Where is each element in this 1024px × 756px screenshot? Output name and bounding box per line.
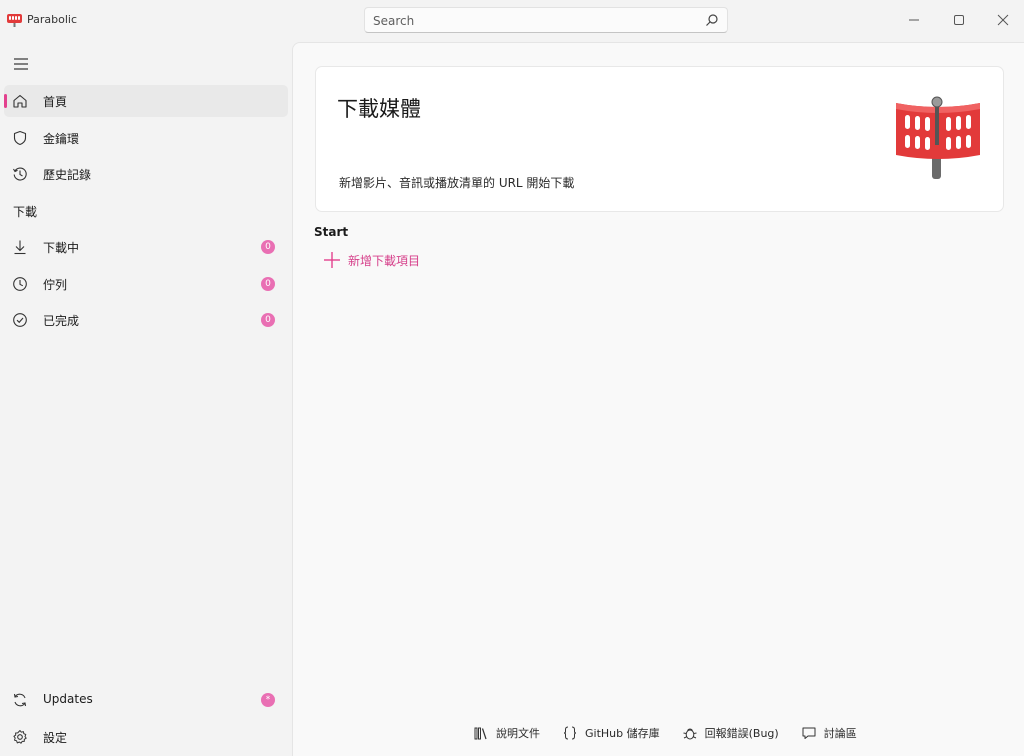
parabolic-logo-icon xyxy=(7,14,22,27)
sidebar-item-downloading[interactable]: 下載中 0 xyxy=(4,231,288,263)
close-button[interactable] xyxy=(991,8,1015,32)
chat-icon xyxy=(802,727,816,739)
parabolic-hero-logo-icon xyxy=(896,96,980,179)
sidebar-item-settings[interactable]: 設定 xyxy=(4,721,288,753)
start-section-label: Start xyxy=(314,225,349,239)
footer-link-label: 討論區 xyxy=(823,727,857,740)
add-download-button[interactable]: 新增下載項目 xyxy=(323,249,420,271)
sidebar-item-label: Updates xyxy=(43,692,93,706)
maximize-icon xyxy=(954,15,964,25)
maximize-button[interactable] xyxy=(947,8,971,32)
shield-icon xyxy=(13,130,27,146)
sidebar-item-label: 佇列 xyxy=(43,278,68,292)
check-circle-icon xyxy=(13,313,27,327)
sidebar-item-label: 設定 xyxy=(43,731,68,745)
sidebar-item-queue[interactable]: 佇列 0 xyxy=(4,268,288,300)
clock-icon xyxy=(13,277,27,291)
minimize-button[interactable] xyxy=(902,8,926,32)
title-bar: Parabolic xyxy=(0,0,1024,42)
search-box[interactable] xyxy=(364,7,728,33)
sidebar-item-label: 歷史記錄 xyxy=(43,168,92,182)
gear-icon xyxy=(13,730,27,744)
page-subtitle: 新增影片、音訊或播放清單的 URL 開始下載 xyxy=(339,176,575,190)
discussions-link[interactable]: 討論區 xyxy=(801,725,857,741)
count-badge: 0 xyxy=(261,240,275,254)
report-bug-link[interactable]: 回報錯誤(Bug) xyxy=(682,725,779,741)
sidebar-item-home[interactable]: 首頁 xyxy=(4,85,288,117)
count-badge: 0 xyxy=(261,277,275,291)
sidebar-item-label: 金鑰環 xyxy=(43,132,80,146)
plus-icon xyxy=(324,252,340,268)
section-header-downloads: 下載 xyxy=(13,205,38,219)
history-icon xyxy=(13,167,27,181)
bug-icon xyxy=(683,728,697,740)
sidebar-item-label: 下載中 xyxy=(43,241,80,255)
app-window: Parabolic Search 首頁 金鑰環 歷史記錄 下載 下載中 0 佇列… xyxy=(0,0,1024,756)
search-input[interactable] xyxy=(373,12,693,30)
footer-link-label: GitHub 儲存庫 xyxy=(585,727,660,740)
menu-toggle-button[interactable] xyxy=(10,54,32,74)
footer-link-label: 說明文件 xyxy=(496,727,540,740)
sidebar-item-history[interactable]: 歷史記錄 xyxy=(4,158,288,190)
documentation-link[interactable]: 說明文件 xyxy=(473,725,540,741)
github-repo-link[interactable]: GitHub 儲存庫 xyxy=(562,725,660,741)
download-media-card: 下載媒體 新增影片、音訊或播放清單的 URL 開始下載 xyxy=(315,66,1004,212)
footer-link-label: 回報錯誤(Bug) xyxy=(704,727,779,740)
hamburger-icon xyxy=(14,58,28,70)
search-icon[interactable] xyxy=(705,13,719,27)
sidebar-item-keyring[interactable]: 金鑰環 xyxy=(4,122,288,154)
home-icon xyxy=(13,94,27,108)
library-icon xyxy=(474,727,487,740)
sidebar-item-updates[interactable]: Updates * xyxy=(4,684,288,716)
footer-links: 說明文件 GitHub 儲存庫 回報錯誤(Bug) 討論區 xyxy=(473,723,879,743)
app-title: Parabolic xyxy=(27,13,78,26)
count-badge: 0 xyxy=(261,313,275,327)
sidebar: 首頁 金鑰環 歷史記錄 下載 下載中 0 佇列 0 已完成 0 Updates … xyxy=(0,42,292,756)
sidebar-item-label: 已完成 xyxy=(43,314,80,328)
page-title: 下載媒體 xyxy=(337,97,421,121)
sidebar-item-completed[interactable]: 已完成 0 xyxy=(4,304,288,336)
close-icon xyxy=(997,14,1009,26)
main-content: 下載媒體 新增影片、音訊或播放清單的 URL 開始下載 Start 新增下載項目… xyxy=(292,42,1024,756)
selection-indicator xyxy=(4,94,7,108)
code-braces-icon xyxy=(563,726,577,740)
sidebar-item-label: 首頁 xyxy=(43,95,68,109)
update-badge: * xyxy=(261,693,275,707)
minimize-icon xyxy=(909,19,919,21)
refresh-icon xyxy=(13,693,27,707)
download-icon xyxy=(14,240,26,255)
add-download-label: 新增下載項目 xyxy=(348,253,421,268)
